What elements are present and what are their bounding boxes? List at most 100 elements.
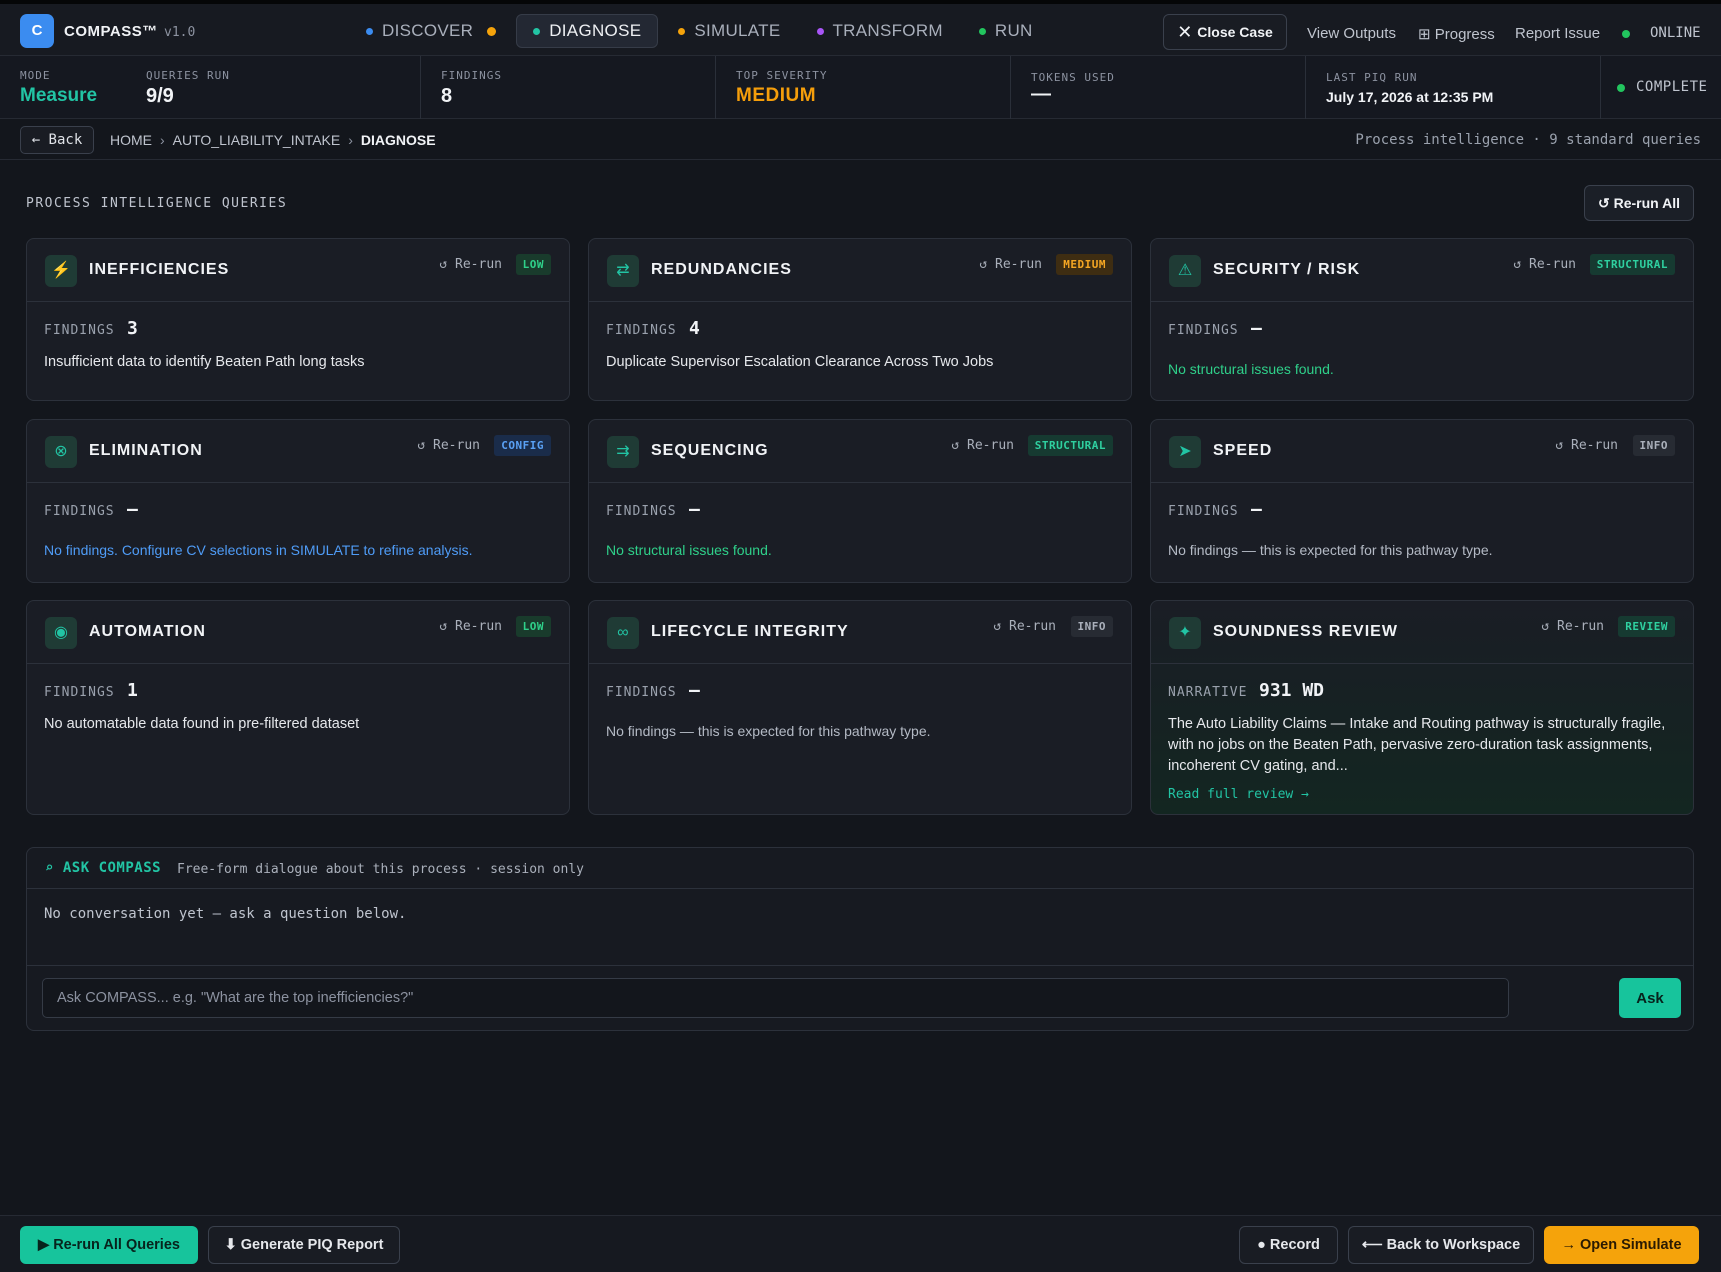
section-title: PROCESS INTELLIGENCE QUERIES: [26, 196, 288, 211]
stat-findings: FINDINGS 8: [421, 56, 716, 119]
query-card-elimination: ⊗ ELIMINATION CONFIG ↺ Re-run FINDINGS — No fi…: [26, 419, 570, 583]
discover-dot-icon: [366, 27, 373, 35]
tab-run[interactable]: RUN: [963, 14, 1049, 48]
card-title: SOUNDNESS REVIEW: [1213, 623, 1398, 640]
tab-discover[interactable]: DISCOVER: [350, 14, 512, 48]
findings-summary: No findings. Configure CV selections in …: [44, 542, 473, 558]
stage-tabs: DISCOVER DIAGNOSE SIMULATE TRANSFORM RUN: [350, 14, 1049, 48]
card-header: ⇄ REDUNDANCIES MEDIUM ↺ Re-run: [589, 239, 1131, 302]
back-to-workspace-button[interactable]: ⟵ Back to Workspace: [1348, 1226, 1534, 1264]
findings-count: —: [689, 680, 700, 701]
tab-label: TRANSFORM: [832, 21, 943, 40]
tab-label: DIAGNOSE: [549, 21, 642, 40]
report-issue-link[interactable]: Report Issue: [1515, 25, 1600, 42]
card-header: ⇉ SEQUENCING STRUCTURAL ↺ Re-run: [589, 420, 1131, 483]
findings-label: FINDINGS: [606, 504, 677, 519]
card-header: ⚠ SECURITY / RISK STRUCTURAL ↺ Re-run: [1151, 239, 1693, 302]
record-button[interactable]: ● Record: [1239, 1226, 1338, 1264]
findings-label: FINDINGS: [44, 685, 115, 700]
ask-button[interactable]: Ask: [1619, 978, 1681, 1018]
severity-badge: LOW: [515, 254, 551, 275]
rerun-query-button[interactable]: ↺ Re-run: [439, 257, 502, 272]
close-case-button[interactable]: ✕ Close Case: [1163, 14, 1287, 50]
stat-value: 8: [441, 85, 453, 107]
rerun-query-button[interactable]: ↺ Re-run: [1541, 619, 1604, 634]
rerun-query-button[interactable]: ↺ Re-run: [951, 438, 1014, 453]
stat-top-severity: TOP SEVERITY MEDIUM: [716, 56, 1011, 119]
grid-icon: ⊞: [1418, 26, 1431, 43]
breadcrumb: HOME › AUTO_LIABILITY_INTAKE › DIAGNOSE: [110, 132, 436, 148]
read-full-review-link[interactable]: Read full review →: [1168, 787, 1309, 802]
divider: [27, 965, 1693, 966]
rerun-all-queries-button[interactable]: ▶ Re-run All Queries: [20, 1226, 198, 1264]
card-header: ⚡ INEFFICIENCIES LOW ↺ Re-run: [27, 239, 569, 302]
rerun-query-button[interactable]: ↺ Re-run: [1513, 257, 1576, 272]
sequence-arrows-icon: ⇉: [607, 436, 639, 468]
stat-queries-run: QUERIES RUN 9/9: [126, 56, 421, 119]
open-simulate-button[interactable]: → Open Simulate: [1544, 1226, 1699, 1264]
ask-input[interactable]: [42, 978, 1509, 1018]
rerun-query-button[interactable]: ↺ Re-run: [417, 438, 480, 453]
breadcrumb-case[interactable]: AUTO_LIABILITY_INTAKE: [173, 132, 341, 148]
severity-badge: LOW: [515, 616, 551, 637]
progress-label: Progress: [1434, 26, 1495, 43]
tab-diagnose[interactable]: DIAGNOSE: [516, 14, 659, 48]
app-version: v1.0: [164, 25, 196, 40]
findings-count: —: [689, 499, 700, 520]
findings-count: 931 WD: [1259, 680, 1325, 701]
circle-x-icon: ⊗: [45, 436, 77, 468]
card-title: ELIMINATION: [89, 442, 203, 459]
online-status: ONLINE: [1650, 25, 1701, 41]
breadcrumb-bar: ← Back HOME › AUTO_LIABILITY_INTAKE › DI…: [0, 120, 1721, 160]
tab-label: SIMULATE: [694, 21, 781, 40]
app-name: COMPASS™: [64, 23, 158, 40]
stat-value: —: [1031, 83, 1051, 105]
findings-summary: The Auto Liability Claims — Intake and R…: [1168, 716, 1666, 774]
card-header: ✦ SOUNDNESS REVIEW REVIEW ↺ Re-run: [1151, 601, 1693, 664]
stat-label: LAST PIQ RUN: [1326, 71, 1418, 84]
ask-compass-header: ⌕ ASK COMPASS Free-form dialogue about t…: [27, 848, 1693, 889]
view-outputs-link[interactable]: View Outputs: [1307, 25, 1396, 42]
stat-value: July 17, 2026 at 12:35 PM: [1326, 89, 1494, 105]
severity-badge: CONFIG: [494, 435, 551, 456]
generate-piq-report-button[interactable]: ⬇ Generate PIQ Report: [208, 1226, 400, 1264]
progress-link[interactable]: ⊞ Progress: [1418, 25, 1495, 43]
severity-badge: STRUCTURAL: [1589, 254, 1675, 275]
findings-label: FINDINGS: [44, 504, 115, 519]
card-header: ⊗ ELIMINATION CONFIG ↺ Re-run: [27, 420, 569, 483]
rerun-all-button[interactable]: ↺ Re-run All: [1584, 185, 1694, 221]
stats-strip: MODE Measure QUERIES RUN 9/9 FINDINGS 8 …: [0, 56, 1721, 119]
tab-simulate[interactable]: SIMULATE: [662, 14, 796, 48]
breadcrumb-current: DIAGNOSE: [360, 132, 436, 148]
rerun-query-button[interactable]: ↺ Re-run: [993, 619, 1056, 634]
stat-tokens-used: TOKENS USED —: [1011, 56, 1306, 119]
stat-last-piq-run: LAST PIQ RUN July 17, 2026 at 12:35 PM: [1306, 56, 1601, 119]
findings-label: FINDINGS: [606, 323, 677, 338]
footer-action-bar: ▶ Re-run All Queries ⬇ Generate PIQ Repo…: [0, 1215, 1721, 1272]
severity-badge: INFO: [1070, 616, 1113, 637]
notification-dot-icon: [487, 26, 497, 36]
back-button[interactable]: ← Back: [20, 126, 94, 154]
findings-summary: No findings — this is expected for this …: [606, 723, 931, 739]
findings-count: —: [1251, 499, 1262, 520]
findings-label: FINDINGS: [606, 685, 677, 700]
stat-mode: MODE Measure: [0, 56, 126, 119]
transform-dot-icon: [816, 27, 824, 35]
card-header: ◉ AUTOMATION LOW ↺ Re-run: [27, 601, 569, 664]
query-card-security-risk: ⚠ SECURITY / RISK STRUCTURAL ↺ Re-run FINDIN…: [1150, 238, 1694, 401]
rerun-query-button[interactable]: ↺ Re-run: [439, 619, 502, 634]
conversation-empty-state: No conversation yet — ask a question bel…: [44, 906, 407, 922]
card-header: ➤ SPEED INFO ↺ Re-run: [1151, 420, 1693, 483]
swap-arrows-icon: ⇄: [607, 255, 639, 287]
card-title: SPEED: [1213, 442, 1273, 459]
breadcrumb-separator: ›: [160, 132, 165, 148]
rerun-query-button[interactable]: ↺ Re-run: [979, 257, 1042, 272]
breadcrumb-home[interactable]: HOME: [110, 132, 152, 148]
top-navigation-bar: C COMPASS™ v1.0 DISCOVER DIAGNOSE SIMULA…: [0, 0, 1721, 56]
findings-label: FINDINGS: [1168, 323, 1239, 338]
tab-transform[interactable]: TRANSFORM: [801, 14, 959, 48]
run-dot-icon: [978, 27, 986, 35]
query-card-speed: ➤ SPEED INFO ↺ Re-run FINDINGS — No findings —…: [1150, 419, 1694, 583]
ask-compass-subtitle: Free-form dialogue about this process · …: [177, 862, 584, 877]
rerun-query-button[interactable]: ↺ Re-run: [1555, 438, 1618, 453]
